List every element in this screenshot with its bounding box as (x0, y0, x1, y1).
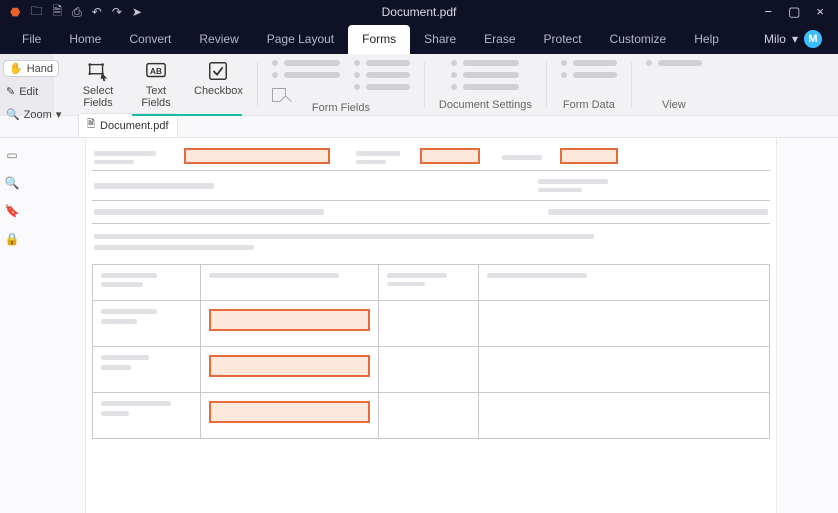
menu-help[interactable]: Help (680, 25, 733, 54)
undo-icon[interactable]: ↶ (92, 5, 102, 19)
ribbon-doc-settings-group: Document Settings (429, 54, 542, 115)
menu-review[interactable]: Review (185, 25, 252, 54)
left-quick-tools: ✋Hand ✎Edit 🔍Zoom▾ (0, 54, 54, 115)
titlebar-quick-actions: ⬣ 🗀 🗎 ⎙ ↶ ↷ ➤ (0, 2, 142, 23)
cursor-icon[interactable]: ➤ (132, 5, 142, 19)
edit-icon: ✎ (6, 85, 15, 98)
table-row (93, 347, 770, 393)
avatar: M (804, 30, 822, 48)
tool-hand[interactable]: ✋Hand (3, 60, 59, 77)
checkbox-button[interactable]: Checkbox (194, 60, 243, 97)
ribbon: ✋Hand ✎Edit 🔍Zoom▾ SelectFields AB TextF… (0, 54, 838, 116)
svg-text:AB: AB (150, 67, 162, 76)
form-field[interactable] (209, 355, 370, 377)
menu-convert[interactable]: Convert (115, 25, 185, 54)
menu-file[interactable]: File (8, 25, 55, 54)
side-rail: ▭ 🔍 🔖 🔒 (0, 138, 24, 513)
menu-customize[interactable]: Customize (596, 25, 681, 54)
hand-icon: ✋ (9, 62, 23, 75)
redo-icon[interactable]: ↷ (112, 5, 122, 19)
document-tab[interactable]: 🗎 Document.pdf (78, 113, 178, 137)
window-controls: − ▢ × (765, 4, 838, 20)
ribbon-form-data-group: Form Data (551, 54, 627, 115)
workspace: ▭ 🔍 🔖 🔒 (0, 138, 838, 513)
select-fields-icon (87, 60, 109, 82)
document-title: Document.pdf (382, 5, 457, 19)
menu-bar: File Home Convert Review Page Layout For… (0, 24, 838, 54)
form-field[interactable] (184, 148, 330, 164)
close-button[interactable]: × (816, 4, 824, 20)
checkbox-icon (207, 60, 229, 82)
edit-square-icon[interactable] (272, 88, 286, 102)
menu-home[interactable]: Home (55, 25, 115, 54)
zoom-icon: 🔍 (6, 108, 20, 121)
user-menu[interactable]: Milo ▾ M (756, 30, 830, 54)
form-field[interactable] (560, 148, 618, 164)
folder-open-icon[interactable]: 🗀 (30, 2, 42, 23)
group-label-view: View (662, 99, 686, 115)
maximize-button[interactable]: ▢ (788, 4, 800, 20)
form-field[interactable] (420, 148, 480, 164)
active-underline (132, 114, 242, 116)
menu-share[interactable]: Share (410, 25, 470, 54)
form-field[interactable] (209, 309, 370, 331)
ribbon-form-fields-group: Form Fields (262, 54, 420, 115)
chevron-down-icon: ▾ (792, 32, 798, 46)
ribbon-view-group: View (636, 54, 712, 115)
save-icon[interactable]: 🗎 (53, 2, 63, 23)
file-icon: 🗎 (87, 117, 95, 134)
printer-icon[interactable]: ⎙ (72, 5, 82, 20)
form-field[interactable] (209, 401, 370, 423)
menu-forms[interactable]: Forms (348, 25, 410, 54)
bookmark-icon[interactable]: 🔖 (5, 204, 20, 218)
tool-edit[interactable]: ✎Edit (0, 83, 44, 100)
form-table (92, 264, 770, 439)
group-label-form-data: Form Data (563, 99, 615, 115)
app-logo-icon: ⬣ (10, 5, 20, 19)
text-fields-button[interactable]: AB TextFields (136, 60, 176, 109)
select-fields-button[interactable]: SelectFields (78, 60, 118, 109)
search-icon[interactable]: 🔍 (5, 176, 20, 190)
lock-icon[interactable]: 🔒 (5, 232, 20, 246)
pdf-page (86, 138, 776, 513)
group-label-form-fields: Form Fields (312, 102, 370, 118)
pages-panel-icon[interactable]: ▭ (6, 148, 17, 162)
document-tab-label: Document.pdf (100, 120, 168, 132)
minimize-button[interactable]: − (765, 4, 773, 20)
group-label-doc-settings: Document Settings (439, 99, 532, 115)
title-bar: ⬣ 🗀 🗎 ⎙ ↶ ↷ ➤ Document.pdf − ▢ × (0, 0, 838, 24)
table-row (93, 301, 770, 347)
text-fields-icon: AB (145, 60, 167, 82)
user-name: Milo (764, 32, 786, 46)
menu-erase[interactable]: Erase (470, 25, 529, 54)
document-tab-strip: 🗎 Document.pdf (0, 116, 838, 138)
menu-protect[interactable]: Protect (530, 25, 596, 54)
table-row (93, 393, 770, 439)
canvas[interactable] (24, 138, 838, 513)
ribbon-tools-group: SelectFields AB TextFields Checkbox (54, 54, 253, 115)
menu-page-layout[interactable]: Page Layout (253, 25, 348, 54)
